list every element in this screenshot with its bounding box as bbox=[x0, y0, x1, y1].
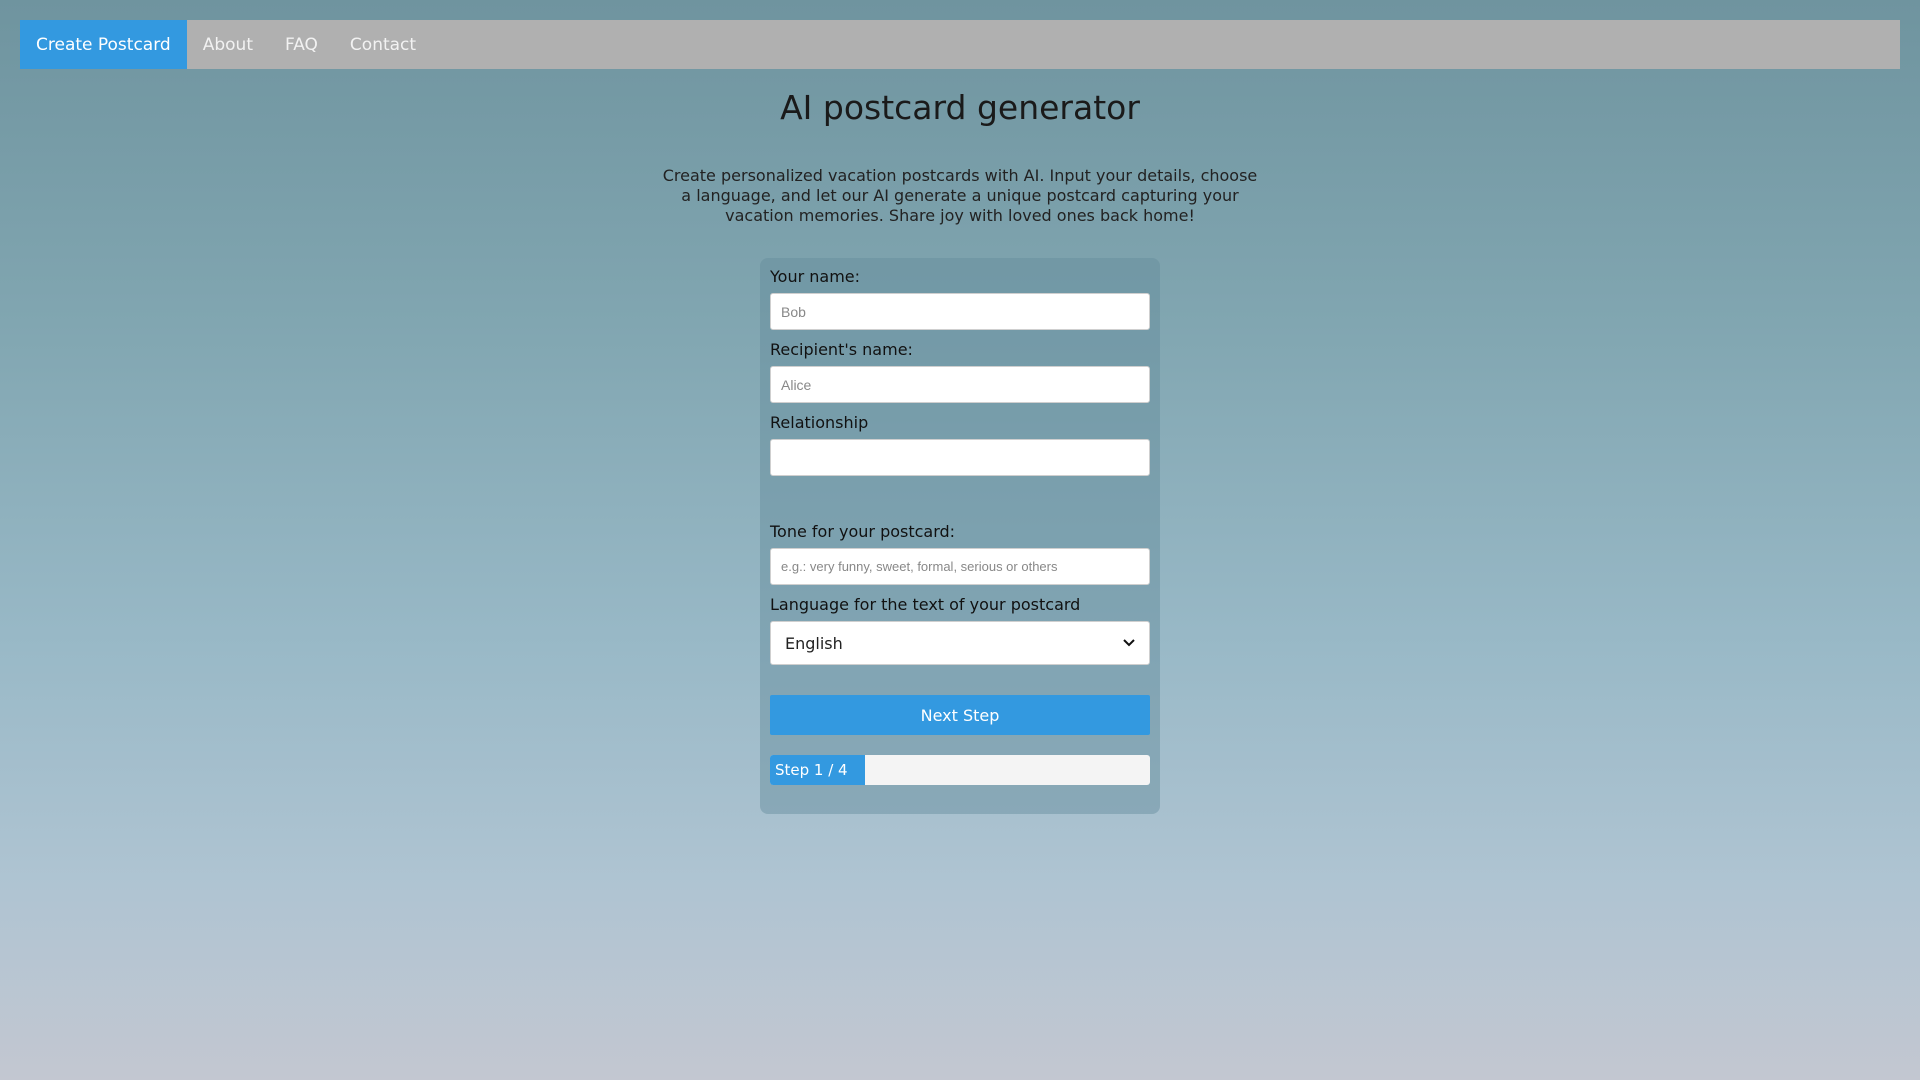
relationship-label: Relationship bbox=[770, 413, 869, 432]
postcard-form-panel: Your name: Recipient's name: Relationshi… bbox=[760, 258, 1160, 814]
chevron-down-icon bbox=[1123, 636, 1135, 651]
nav-create-postcard[interactable]: Create Postcard bbox=[20, 20, 187, 69]
nav-faq[interactable]: FAQ bbox=[269, 20, 334, 69]
language-select[interactable]: English bbox=[770, 621, 1150, 665]
next-step-button[interactable]: Next Step bbox=[770, 695, 1150, 735]
page-title: AI postcard generator bbox=[780, 88, 1140, 127]
nav-about[interactable]: About bbox=[187, 20, 269, 69]
nav-contact[interactable]: Contact bbox=[334, 20, 432, 69]
your-name-label: Your name: bbox=[770, 267, 861, 286]
your-name-input[interactable] bbox=[770, 293, 1150, 330]
recipient-name-input[interactable] bbox=[770, 366, 1150, 403]
tone-input[interactable] bbox=[770, 548, 1150, 585]
intro-text: Create personalized vacation postcards w… bbox=[662, 166, 1258, 225]
step-progress-fill: Step 1 / 4 bbox=[770, 755, 865, 785]
recipient-name-label: Recipient's name: bbox=[770, 340, 913, 359]
step-progress-bar: Step 1 / 4 bbox=[770, 755, 1150, 785]
language-selected-value: English bbox=[785, 633, 843, 653]
top-navbar: Create Postcard About FAQ Contact bbox=[20, 20, 1900, 69]
relationship-input[interactable] bbox=[770, 439, 1150, 476]
tone-label: Tone for your postcard: bbox=[770, 522, 956, 541]
language-label: Language for the text of your postcard bbox=[770, 595, 1081, 614]
